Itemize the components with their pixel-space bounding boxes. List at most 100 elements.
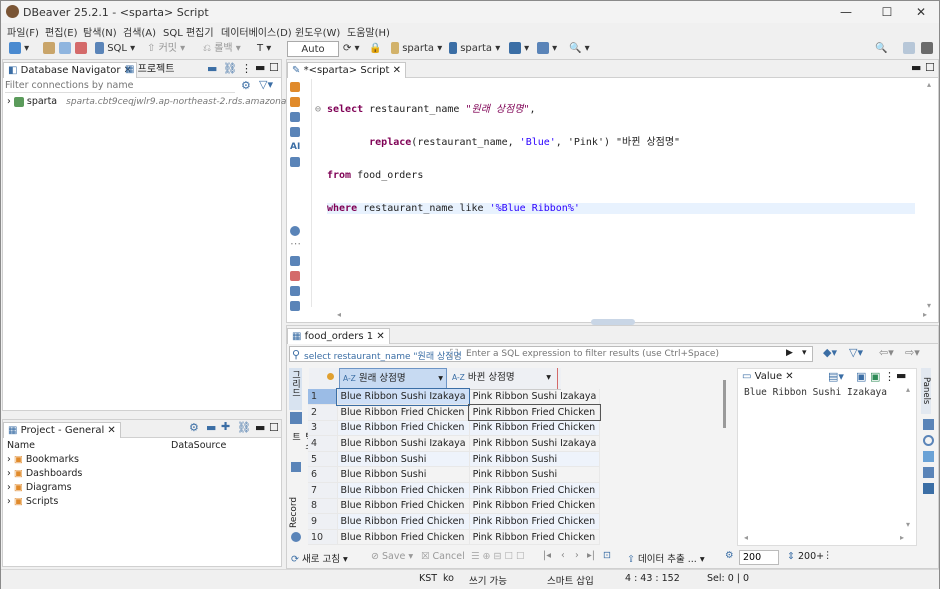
value-vscrollbar[interactable]: ▴ ▾ (906, 385, 916, 529)
cell-original-name[interactable]: Blue Ribbon Sushi (337, 466, 470, 484)
value-content[interactable]: Blue Ribbon Sushi Izakaya (744, 387, 887, 398)
maximize-panel-icon[interactable]: ☐ (269, 421, 279, 434)
save-value-icon[interactable]: ▣ (856, 370, 866, 383)
table-row[interactable]: 8 Blue Ribbon Fried Chicken Pink Ribbon Fr… (308, 498, 601, 515)
value-hscrollbar[interactable]: ◂ ▸ (744, 533, 904, 543)
tab-database-navigator[interactable]: ◧ Database Navigator ✕ (3, 62, 138, 78)
maximize-panel-icon[interactable]: ☐ (269, 61, 279, 74)
tab-food-orders[interactable]: ▦ food_orders 1 ✕ (287, 328, 390, 344)
row-number[interactable]: 5 (308, 451, 338, 468)
history-back-icon[interactable]: ⇦▾ (879, 346, 894, 359)
grouping-icon[interactable] (923, 435, 934, 446)
save-button[interactable]: ⊘ Save ▾ (371, 551, 413, 562)
calc-icon[interactable] (923, 451, 934, 462)
cell-original-name[interactable]: Blue Ribbon Fried Chicken (337, 404, 470, 421)
cell-original-name[interactable]: Blue Ribbon Sushi Izakaya (335, 388, 471, 406)
cell-replaced-name[interactable]: Pink Ribbon Sushi Izakaya (469, 435, 601, 452)
connection-filter-input[interactable] (5, 79, 235, 93)
row-number[interactable]: 1 (308, 389, 338, 406)
grid-view-tab[interactable]: 그리드 (289, 368, 302, 410)
code-area[interactable]: ⊖ select restaurant_name "원래 상점명", replac… (315, 82, 915, 236)
sql-button[interactable]: SQL ▾ (95, 41, 135, 57)
auto-apply-icon[interactable]: ▣ (870, 370, 880, 383)
metadata-icon[interactable] (923, 419, 934, 430)
settings-icon[interactable] (290, 226, 300, 236)
expand-chevron-icon[interactable]: › (7, 96, 11, 107)
table-row[interactable]: 9 Blue Ribbon Fried Chicken Pink Ribbon Fr… (308, 513, 601, 530)
filter-config-icon[interactable]: ⚙ (241, 79, 251, 92)
maximize-panel-icon[interactable]: ☐ (925, 61, 935, 74)
explain-plan-icon[interactable] (290, 127, 300, 137)
table-row[interactable]: 4 Blue Ribbon Sushi Izakaya Pink Ribbon Su… (308, 435, 601, 452)
sort-dropdown-icon[interactable]: ▾ (546, 368, 551, 387)
column-header-replaced[interactable]: A-Z 바뀐 상점명 ▾ (449, 368, 558, 389)
prev-page-icon[interactable]: ‹ (561, 550, 565, 561)
execute-new-tab-icon[interactable] (290, 112, 300, 122)
export-icon[interactable] (290, 157, 300, 167)
cell-replaced-name[interactable]: Pink Ribbon Fried Chicken (468, 403, 601, 422)
menu-search[interactable]: 검색(A) (123, 24, 156, 39)
settings-icon[interactable]: ⚙ (189, 421, 199, 434)
collapse-icon[interactable]: ▬ (207, 62, 217, 75)
row-number[interactable]: 7 (308, 482, 338, 499)
panels-tab[interactable]: Panels (921, 368, 931, 414)
project-item-dashboards[interactable]: › ▣ Dashboards (7, 468, 82, 479)
menu-sql-editor[interactable]: SQL 편집기 (163, 24, 214, 39)
cell-replaced-name[interactable]: Pink Ribbon Sushi (469, 466, 601, 484)
ai-icon[interactable]: AI (290, 142, 300, 152)
connection-tree-item[interactable]: › sparta sparta.cbt9ceqjwlr9.ap-northeas… (7, 96, 320, 107)
add-icon[interactable]: ✚ (221, 420, 230, 433)
cell-original-name[interactable]: Blue Ribbon Fried Chicken (337, 513, 470, 530)
tab-value[interactable]: ▭ Value ✕ (738, 369, 798, 385)
cell-replaced-name[interactable]: Pink Ribbon Fried Chicken (469, 482, 601, 499)
edit-tools-icons[interactable]: ☰ ⊕ ⊟ ☐ ☐ (471, 551, 525, 562)
minimize-button[interactable]: — (826, 1, 866, 23)
cell-original-name[interactable]: Blue Ribbon Fried Chicken (337, 529, 470, 546)
record-view-tab[interactable]: Record (289, 494, 299, 530)
auto-commit-select[interactable]: Auto (287, 41, 339, 57)
menu-window[interactable]: 윈도우(W) (295, 24, 340, 39)
invalidate-icon[interactable] (75, 41, 87, 57)
minimize-panel-icon[interactable]: ▬ (911, 61, 921, 74)
row-number[interactable]: 3 (308, 420, 338, 437)
disconnect-icon[interactable] (59, 41, 71, 57)
row-number[interactable]: 9 (308, 513, 338, 530)
cell-replaced-name[interactable]: Pink Ribbon Fried Chicken (469, 498, 601, 515)
table-row[interactable]: 2 Blue Ribbon Fried Chicken Pink Ribbon Fr… (308, 403, 601, 422)
menu-edit[interactable]: 편집(E) (45, 24, 78, 39)
first-page-icon[interactable]: |◂ (543, 550, 551, 561)
cell-replaced-name[interactable]: Pink Ribbon Fried Chicken (469, 529, 601, 546)
cell-original-name[interactable]: Blue Ribbon Sushi (337, 451, 470, 468)
connect-icon[interactable] (43, 41, 55, 57)
history-forward-icon[interactable]: ⇨▾ (905, 346, 920, 359)
sort-dropdown-icon[interactable]: ▾ (438, 369, 443, 388)
filter-options-icon[interactable]: ▽▾ (849, 346, 863, 359)
fetch-size-input[interactable] (739, 550, 779, 565)
link-editor-icon[interactable]: ⛓ (237, 421, 251, 434)
filter-expand-icon[interactable]: ⛶ (450, 347, 458, 361)
lock-icon[interactable]: 🔒 (369, 41, 381, 57)
refresh-icon[interactable]: ⟳ ▾ (343, 41, 360, 57)
next-page-icon[interactable]: › (575, 550, 579, 561)
variables-icon[interactable] (290, 286, 300, 296)
cell-original-name[interactable]: Blue Ribbon Fried Chicken (337, 482, 470, 499)
cell-original-name[interactable]: Blue Ribbon Sushi Izakaya (337, 435, 470, 452)
menu-database[interactable]: 데이터베이스(D) (221, 24, 292, 39)
table-row[interactable]: 7 Blue Ribbon Fried Chicken Pink Ribbon Fr… (308, 482, 601, 499)
schema-select[interactable]: sparta ▾ (449, 41, 500, 57)
table-row[interactable]: 6 Blue Ribbon Sushi Pink Ribbon Sushi (308, 466, 601, 484)
row-number[interactable]: 10 (308, 529, 338, 546)
project-item-bookmarks[interactable]: › ▣ Bookmarks (7, 454, 79, 465)
search-icon[interactable]: 🔍 (875, 41, 887, 57)
menu-help[interactable]: 도움말(H) (347, 24, 390, 39)
close-tab-icon[interactable]: ✕ (393, 65, 401, 76)
more-icon[interactable]: ⋯ (290, 238, 301, 251)
toolbar-menu-icon[interactable]: ⋮ (823, 550, 833, 561)
apply-filter-icon[interactable]: ▶ (786, 348, 793, 358)
close-tab-icon[interactable]: ✕ (107, 425, 115, 436)
execute-script-icon[interactable] (290, 97, 300, 107)
clear-filter-icon[interactable]: ◆▾ (823, 346, 837, 359)
fetch-all-button[interactable]: ⇕ 200+ (787, 551, 824, 562)
editor-vscrollbar[interactable]: ▴ ▾ (927, 80, 935, 310)
cell-replaced-name[interactable]: Pink Ribbon Sushi Izakaya (469, 389, 601, 406)
